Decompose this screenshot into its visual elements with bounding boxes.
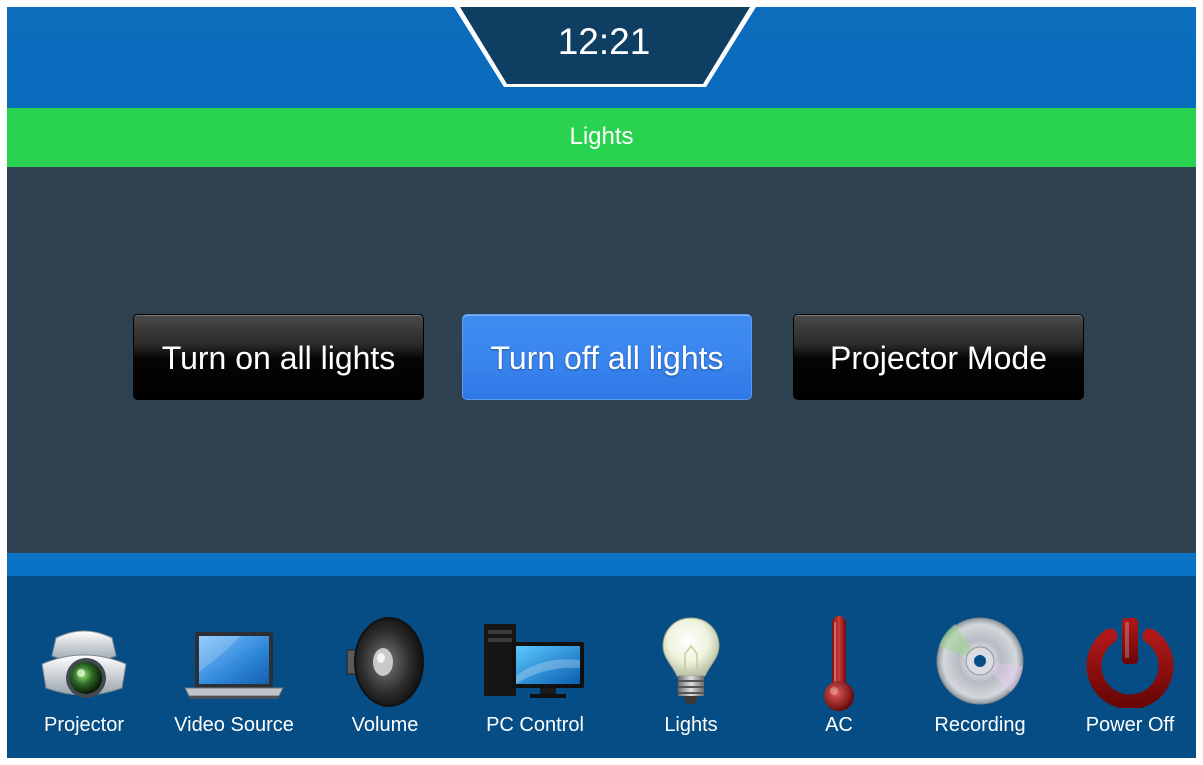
turn-off-all-lights-button[interactable]: Turn off all lights [462,314,752,400]
power-icon [1086,618,1174,708]
dock-item-recording[interactable]: Recording [934,576,1026,758]
clock-tab: 12:21 [454,7,764,91]
dock-label: Video Source [174,714,294,736]
dock-divider [7,553,1196,576]
dock-item-lights[interactable]: Lights [647,576,735,758]
dock-item-ac[interactable]: AC [807,576,871,758]
dock-item-power-off[interactable]: Power Off [1085,576,1175,758]
dock-item-video-source[interactable]: Video Source [174,576,294,758]
dock-label: AC [825,714,853,736]
clock-time: 12:21 [557,21,651,62]
projector-icon [41,630,127,698]
desktop-pc-icon [484,624,584,698]
dock-label: Lights [664,714,718,736]
dock-label: Power Off [1085,714,1175,736]
lightbulb-icon [662,617,720,704]
dock-label: PC Control [486,714,584,736]
dock-item-volume[interactable]: Volume [343,576,427,758]
top-bar: 12:21 [7,7,1196,108]
dock-item-pc-control[interactable]: PC Control [482,576,588,758]
thermometer-icon [824,616,854,711]
dock-item-projector[interactable]: Projector [34,576,134,758]
speaker-icon [346,617,424,707]
bottom-dock: Projector Video Source Volume PC Control… [7,576,1196,758]
laptop-icon [184,632,284,699]
projector-mode-button[interactable]: Projector Mode [793,314,1084,400]
dock-label: Volume [351,714,419,736]
control-panel: 12:21 Lights Turn on all lights Turn off… [7,7,1196,758]
turn-on-all-lights-button[interactable]: Turn on all lights [133,314,424,400]
page-title: Lights [7,108,1196,167]
dock-label: Recording [934,714,1026,736]
dock-label: Projector [43,714,125,736]
disc-icon [936,617,1024,705]
